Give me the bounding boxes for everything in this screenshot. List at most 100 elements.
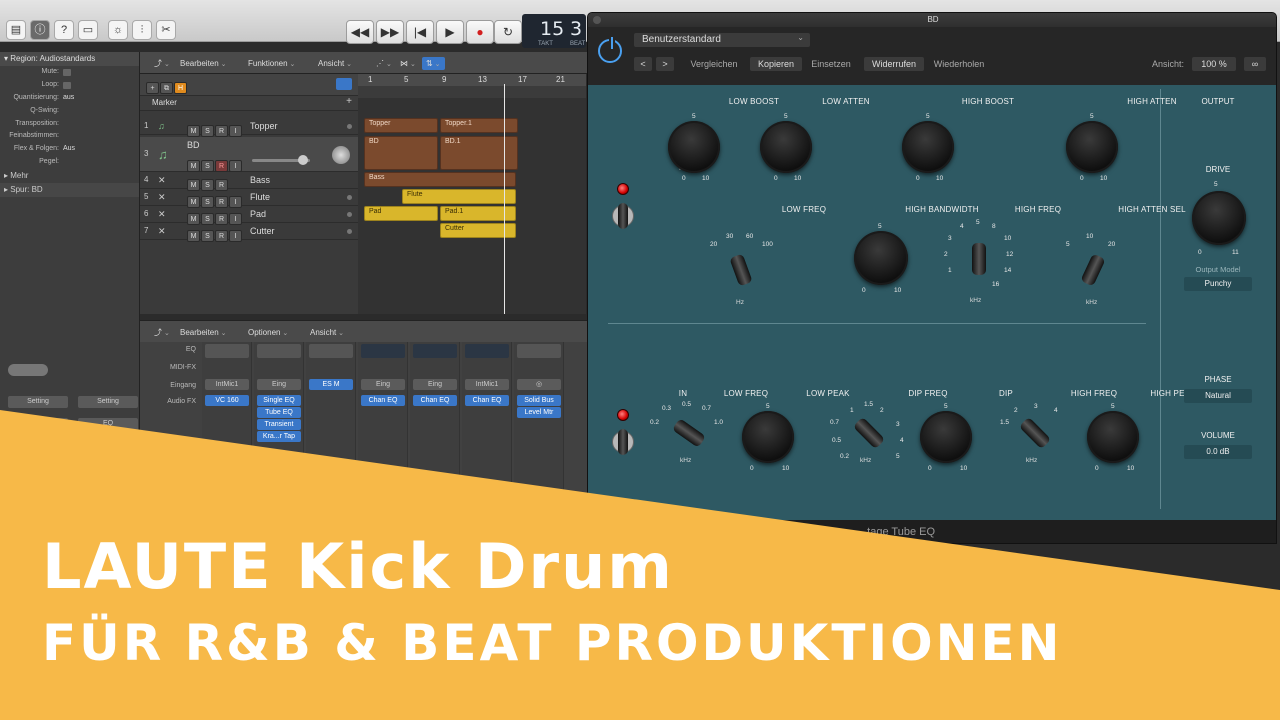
inspector-icon[interactable]: ⓘ	[30, 20, 50, 40]
flex-icon[interactable]: ⋰	[372, 57, 396, 70]
library-icon[interactable]: ▤	[6, 20, 26, 40]
fx-slot[interactable]: Chan EQ	[361, 395, 405, 406]
inspector-row-qswing[interactable]: Q-Swing:	[0, 105, 139, 118]
inspector-more[interactable]: ▸ Mehr	[0, 169, 139, 183]
inspector-row-mute[interactable]: Mute:	[0, 66, 139, 79]
track-header[interactable]: ▸ Spur: BD	[0, 183, 139, 198]
region-flute[interactable]: Flute	[402, 189, 516, 204]
add-marker-icon[interactable]: +	[346, 96, 352, 107]
input-slot[interactable]: ◎	[517, 379, 561, 390]
solo-button[interactable]: S	[201, 230, 214, 242]
eq-button[interactable]: EQ	[8, 418, 68, 432]
eq-thumbnail[interactable]	[205, 344, 249, 358]
play-button[interactable]: ▶	[436, 20, 464, 44]
in-toggle-top[interactable]	[618, 203, 628, 229]
region-pad[interactable]: Pad	[364, 206, 438, 221]
fx-slot[interactable]: VC 160	[205, 395, 249, 406]
setting-button[interactable]: Setting	[78, 396, 138, 408]
next-preset-button[interactable]: >	[656, 57, 674, 71]
inspector-row-loop[interactable]: Loop:	[0, 79, 139, 92]
eq-thumbnail[interactable]	[257, 344, 301, 358]
high-bandwidth-knob[interactable]	[854, 231, 908, 285]
h-button[interactable]: H	[174, 82, 187, 94]
region-bass[interactable]: Bass	[364, 172, 516, 187]
paste-button[interactable]: Einsetzen	[806, 57, 856, 71]
eq-thumbnail[interactable]	[361, 344, 405, 358]
menu-view[interactable]: Ansicht	[314, 57, 356, 70]
volume-field[interactable]: 0.0 dB	[1184, 445, 1252, 459]
redo-button[interactable]: Wiederholen	[928, 57, 990, 71]
mixer-menu-view[interactable]: Ansicht	[306, 326, 348, 339]
forward-button[interactable]: ▶▶	[376, 20, 404, 44]
mixer-menu-edit[interactable]: Bearbeiten	[176, 326, 231, 339]
eq-button[interactable]: EQ	[78, 418, 138, 432]
track-row[interactable]: 6 ✕ MSRI Pad	[140, 206, 358, 225]
power-icon[interactable]	[598, 37, 622, 63]
mixer-menu-options[interactable]: Optionen	[244, 326, 292, 339]
help-icon[interactable]: ?	[54, 20, 74, 40]
to-start-button[interactable]: |◀	[406, 20, 434, 44]
phase-select[interactable]: Natural	[1184, 389, 1252, 403]
back-icon[interactable]: ⤴	[150, 326, 174, 339]
low-atten-knob[interactable]	[760, 121, 812, 173]
eq-thumbnail[interactable]	[413, 344, 457, 358]
add-track-button[interactable]: +	[146, 82, 159, 94]
prev-preset-button[interactable]: <	[634, 57, 652, 71]
track-row[interactable]: 1 ♫ MSRI Topper	[140, 118, 358, 137]
record-arm-button[interactable]: R	[215, 160, 228, 172]
high-peak-knob[interactable]	[1087, 411, 1139, 463]
region-topper-1[interactable]: Topper.1	[440, 118, 518, 133]
fx-slot[interactable]: Single EQ	[8, 456, 68, 468]
pan-knob[interactable]	[332, 146, 350, 164]
checkbox[interactable]	[63, 69, 71, 76]
drive-knob[interactable]	[1192, 191, 1246, 245]
track-row[interactable]: 3 ♫ BD MSRI	[140, 137, 358, 172]
output-model-select[interactable]: Punchy	[1184, 277, 1252, 291]
high-atten-sel-selector[interactable]	[1080, 253, 1106, 287]
duplicate-track-button[interactable]: ⧉	[160, 82, 173, 94]
inspector-row-gain[interactable]: Pegel:	[0, 156, 139, 169]
menu-functions[interactable]: Funktionen	[244, 57, 299, 70]
input-monitor-button[interactable]: I	[229, 160, 242, 172]
copy-button[interactable]: Kopieren	[750, 57, 802, 71]
input-slot[interactable]: IntMic1	[205, 379, 249, 390]
scissors-icon[interactable]: ✂	[156, 20, 176, 40]
region-bd-1[interactable]: BD.1	[440, 136, 518, 170]
checkbox[interactable]	[63, 81, 71, 89]
undo-button[interactable]: Widerrufen	[864, 57, 924, 71]
playhead[interactable]	[504, 84, 505, 314]
bar-ruler[interactable]: 1 5 9 13 17 21	[358, 74, 586, 86]
catch-icon[interactable]: ⇅	[422, 57, 445, 70]
eq-thumbnail[interactable]	[309, 344, 353, 358]
in-toggle-bottom[interactable]	[618, 429, 628, 455]
low-peak-knob[interactable]	[742, 411, 794, 463]
input-slot[interactable]: Eing	[257, 379, 301, 390]
input-button[interactable]: Eing	[8, 438, 68, 450]
smart-controls-icon[interactable]: ☼	[108, 20, 128, 40]
high-freq-top-selector[interactable]	[972, 243, 986, 275]
region-topper[interactable]: Topper	[364, 118, 438, 133]
track-row[interactable]: 5 ✕ MSRI Flute	[140, 189, 358, 208]
bowtie-icon[interactable]: ⋈	[396, 57, 420, 70]
toolbar-icon[interactable]: ▭	[78, 20, 98, 40]
input-monitor-button[interactable]: I	[229, 125, 242, 137]
back-icon[interactable]: ⤴	[150, 57, 174, 70]
record-arm-button[interactable]: R	[215, 230, 228, 242]
zoom-select[interactable]: 100 %	[1192, 57, 1236, 71]
menu-edit[interactable]: Bearbeiten	[176, 57, 231, 70]
track-row[interactable]: 7 ✕ MSRI Cutter	[140, 223, 358, 242]
dip-knob[interactable]	[920, 411, 972, 463]
eq-thumbnail[interactable]	[465, 344, 509, 358]
record-arm-button[interactable]: R	[215, 125, 228, 137]
setting-button[interactable]: Setting	[8, 396, 68, 408]
close-icon[interactable]	[593, 16, 601, 24]
inspector-row-finetune[interactable]: Feinabstimmen:	[0, 130, 139, 143]
eq-thumbnail[interactable]	[517, 344, 561, 358]
inspector-row-quantize[interactable]: Quantisierung: aus	[0, 92, 139, 105]
input-slot[interactable]: Eing	[413, 379, 457, 390]
link-icon[interactable]: ∞	[1244, 57, 1266, 71]
input-slot[interactable]: IntMic1	[465, 379, 509, 390]
high-boost-knob[interactable]	[902, 121, 954, 173]
fx-slot[interactable]: Level Mtr	[78, 468, 138, 480]
low-freq-bottom-selector[interactable]	[671, 418, 707, 448]
